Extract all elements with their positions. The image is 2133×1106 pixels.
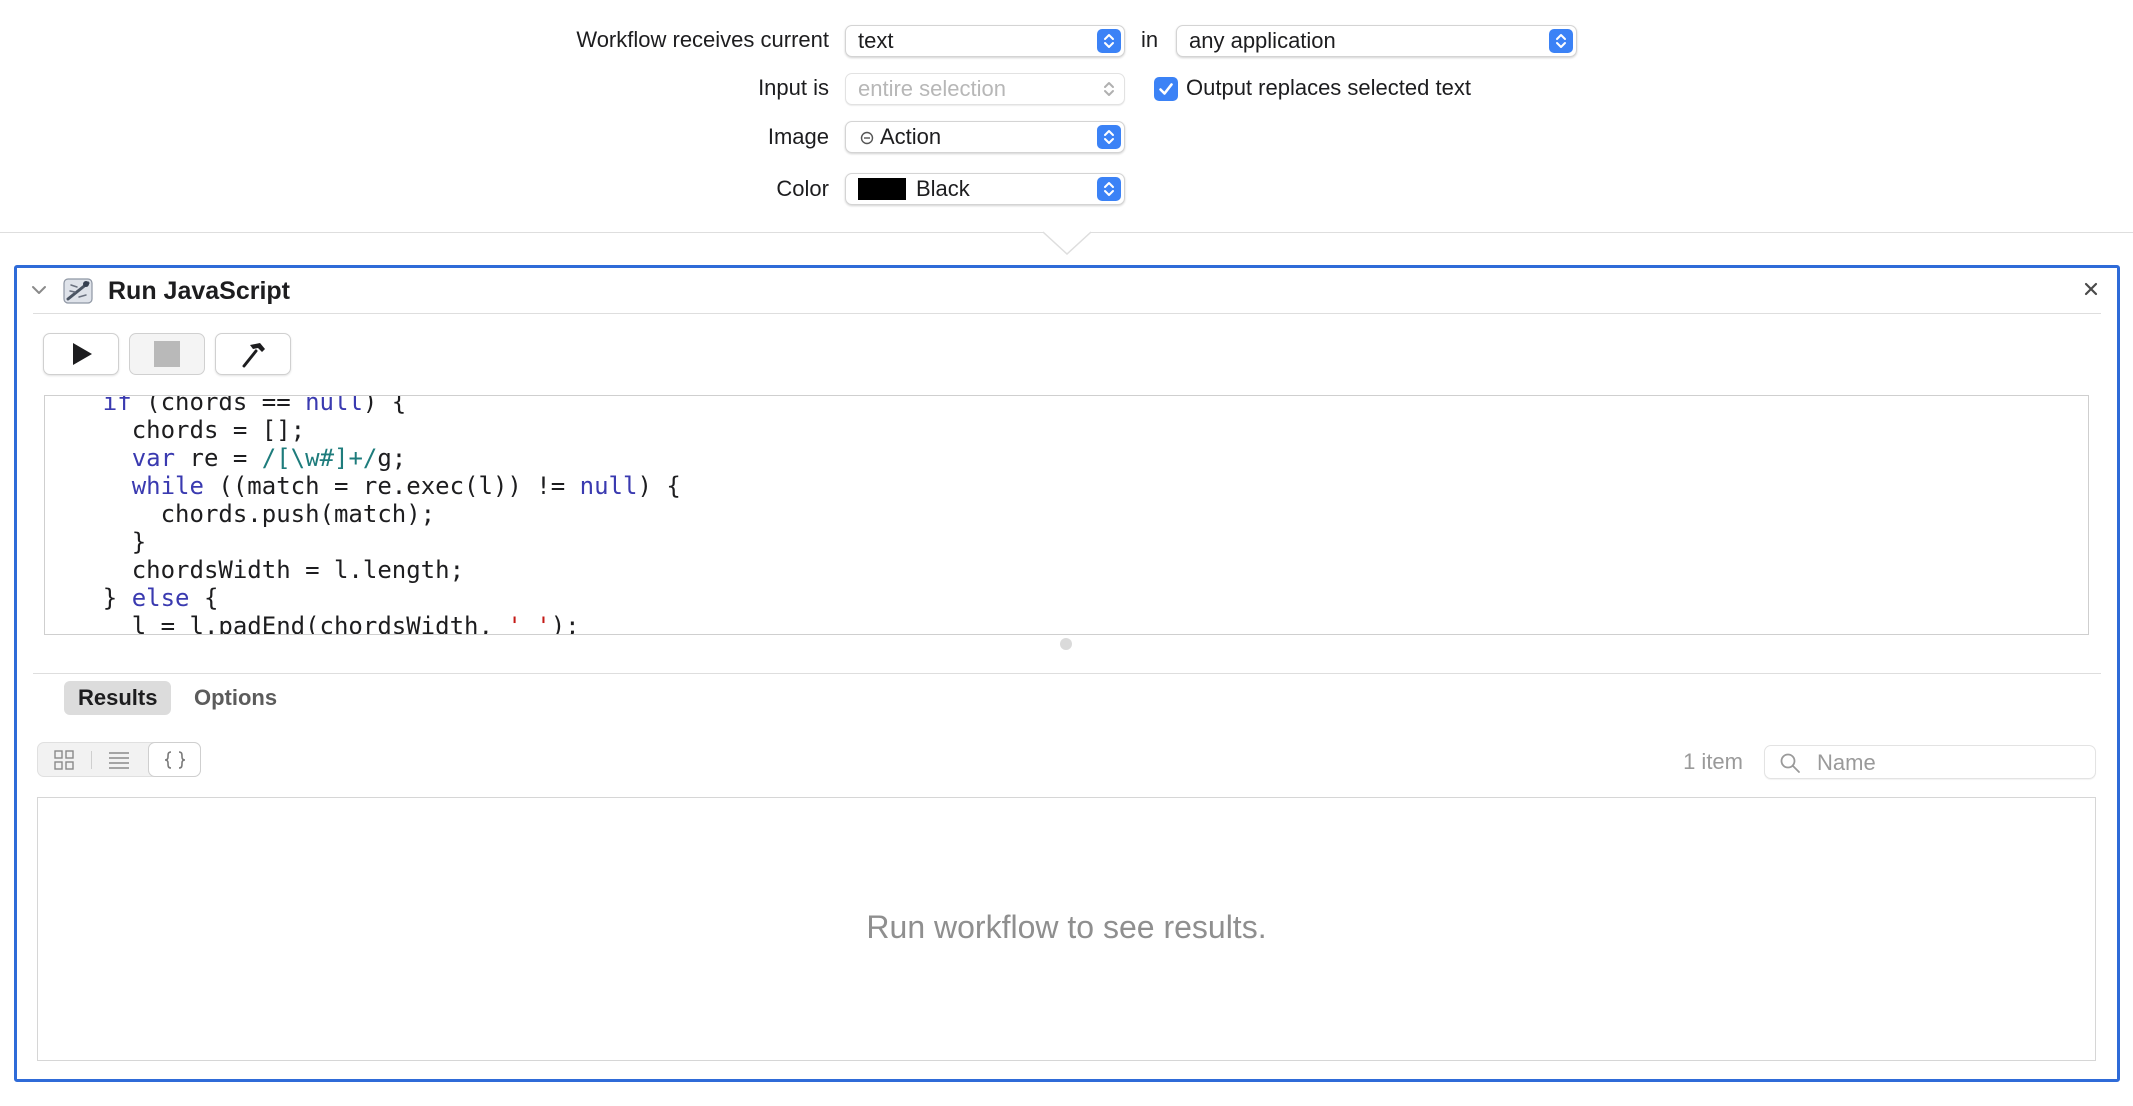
checkmark-icon [1159,83,1173,95]
input-selection-value: entire selection [858,76,1006,101]
code-token: ); [550,612,580,635]
output-replaces-checkbox[interactable] [1154,77,1178,101]
code-token: g; [377,444,407,472]
empty-results-message: Run workflow to see results. [866,909,1267,945]
popup-chevron-icon [1097,29,1121,53]
input-selection-popup: entire selection [845,73,1125,105]
color-popup[interactable]: Black [845,173,1125,205]
run-icon [73,343,92,365]
search-input[interactable] [1815,748,2089,778]
tab-results[interactable]: Results [64,681,172,715]
disclosure-chevron-icon[interactable] [29,282,49,298]
icon-view-button[interactable] [38,743,90,776]
script-editor-icon [62,275,94,307]
results-view[interactable]: Run workflow to see results. [37,797,2096,1061]
color-value: Black [916,176,970,201]
stop-icon [154,341,180,367]
list-view-button[interactable] [92,743,146,776]
code-token: while [131,472,204,500]
receives-type-popup[interactable]: text [845,25,1125,57]
list-icon [109,751,129,769]
code-line: while ((match = re.exec(l)) != null) { [45,472,681,500]
results-search-field[interactable] [1764,745,2096,779]
code-line: } else { [45,584,681,612]
action-title: Run JavaScript [108,277,291,305]
popup-chevron-icon [1097,125,1121,149]
json-braces-icon [164,750,185,769]
image-label: Image [767,124,829,149]
compile-hammer-icon [242,343,265,368]
code-token: ) { [362,395,407,416]
title-divider [33,313,2101,314]
code-token: null [579,472,638,500]
application-popup[interactable]: any application [1176,25,1577,57]
popup-chevron-icon [1097,77,1121,101]
script-text[interactable]: if (chords == null) { chords = []; var r… [45,395,681,635]
popup-chevron-icon [1549,29,1573,53]
code-token: re = [175,444,262,472]
code-token: else [131,584,190,612]
code-line: chords.push(match); [45,500,681,528]
connector-notch-icon [1043,231,1091,255]
icon-grid-icon [54,749,74,770]
code-token: chords.push(match); [45,500,436,528]
popup-chevron-icon [1097,177,1121,201]
image-value: Action [880,124,942,149]
action-symbol-icon [860,131,874,145]
code-token: /[\w#]+/ [261,444,378,472]
results-count: 1 item [1683,749,1743,774]
code-token: (chords == [131,395,306,416]
script-editor[interactable]: if (chords == null) { chords = []; var r… [44,395,2089,635]
resize-handle[interactable] [1060,638,1072,650]
tab-options[interactable]: Options [180,681,291,715]
compile-button[interactable] [215,333,291,375]
code-token: chordsWidth = l.length; [45,556,465,584]
output-replaces-label[interactable]: Output replaces selected text [1186,75,1471,101]
search-icon [1780,753,1800,773]
code-token: ' ' [507,612,551,635]
code-token: chords = []; [45,416,306,444]
code-line: } [45,528,681,556]
receives-label: Workflow receives current [576,27,829,52]
color-swatch [858,178,906,200]
code-token: var [131,444,176,472]
code-line: l = l.padEnd(chordsWidth, ' '); [45,612,681,635]
code-line: chordsWidth = l.length; [45,556,681,584]
input-is-label: Input is [758,75,829,100]
code-token: ) { [637,472,681,500]
code-token: null [305,395,363,416]
json-view-button[interactable] [148,742,201,777]
run-button[interactable] [43,333,119,375]
receives-type-value: text [858,28,894,53]
close-icon[interactable] [2081,279,2101,299]
view-mode-control[interactable] [37,742,201,777]
code-token: } [45,584,132,612]
editor-divider [33,673,2101,674]
code-token: l = l.padEnd(chordsWidth, [45,612,508,635]
image-popup[interactable]: Action [845,121,1125,153]
color-label: Color [776,176,829,201]
code-line: if (chords == null) { [45,395,681,416]
code-line: var re = /[\w#]+/g; [45,444,681,472]
code-token: if [102,395,132,416]
code-token: ((match = re.exec(l)) != [203,472,580,500]
application-value: any application [1189,28,1336,53]
code-line: chords = []; [45,416,681,444]
code-token: } [45,528,147,556]
stop-button [129,333,205,375]
code-token: { [189,584,219,612]
in-label: in [1141,27,1159,52]
